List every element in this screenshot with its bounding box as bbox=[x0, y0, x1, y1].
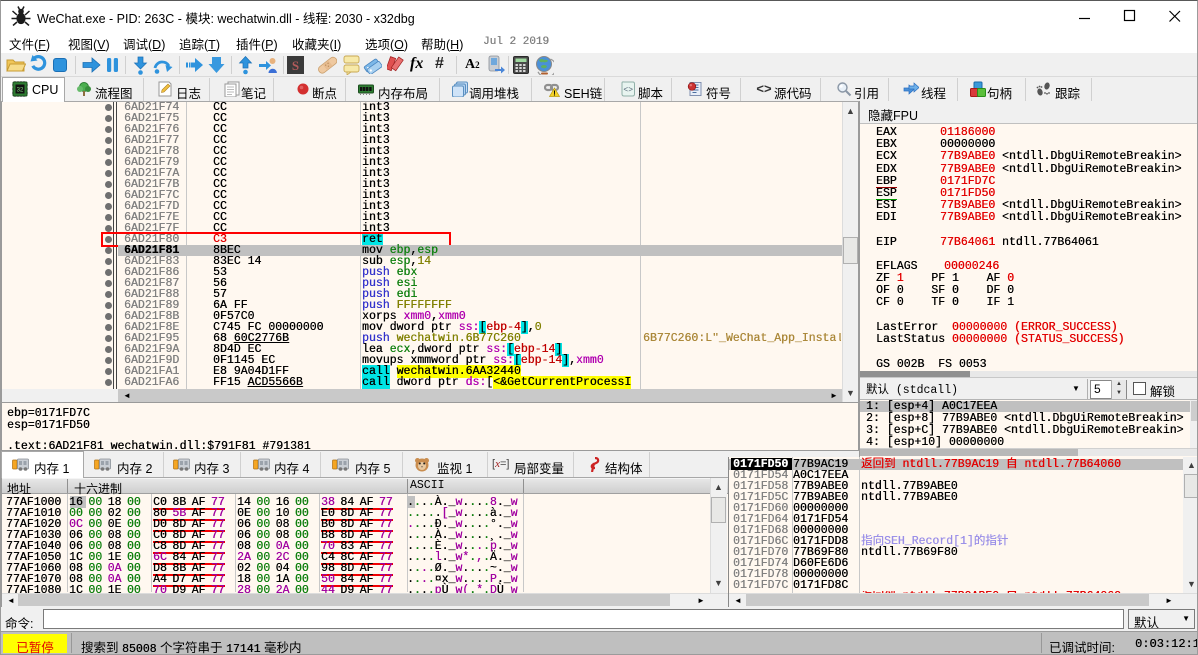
svg-text:<>: <> bbox=[623, 86, 633, 95]
svg-text:<>: <> bbox=[756, 81, 772, 96]
svg-text:S: S bbox=[292, 58, 299, 73]
svg-text:32: 32 bbox=[17, 88, 24, 94]
svg-text:!: ! bbox=[553, 89, 556, 98]
